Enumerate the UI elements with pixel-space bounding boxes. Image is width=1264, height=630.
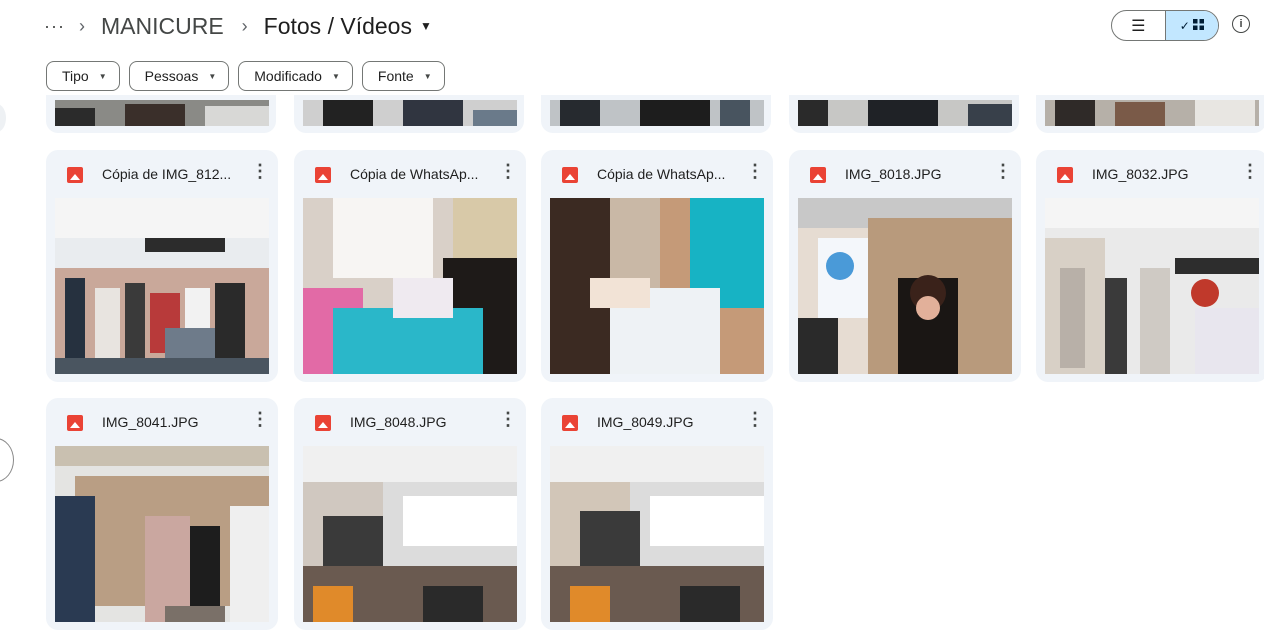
file-name: IMG_8032.JPG (1092, 166, 1189, 182)
thumbnail-partial (1045, 100, 1259, 126)
page-title[interactable]: Fotos / Vídeos (264, 13, 412, 40)
image-file-icon (315, 167, 331, 183)
grid-icon (1192, 18, 1204, 33)
list-icon: ☰ (1131, 17, 1146, 35)
thumbnail-image (55, 198, 269, 374)
side-scroll-handle[interactable] (0, 438, 14, 482)
list-view-button[interactable]: ☰ (1112, 11, 1165, 40)
image-file-icon (562, 415, 578, 431)
thumbnail-partial (55, 100, 269, 126)
thumbnail-partial (303, 100, 517, 126)
image-file-icon (315, 415, 331, 431)
file-name: IMG_8048.JPG (350, 414, 447, 430)
thumbnail-image (550, 198, 764, 374)
file-card[interactable]: IMG_8018.JPG ⋮ (789, 150, 1021, 382)
thumbnail-image (55, 446, 269, 622)
filter-chip-modificado[interactable]: Modificado ▼ (238, 61, 353, 91)
filter-chip-fonte[interactable]: Fonte ▼ (361, 61, 445, 91)
more-vert-icon[interactable]: ⋮ (746, 162, 764, 180)
chip-label: Fonte (377, 68, 414, 84)
more-vert-icon[interactable]: ⋮ (1241, 162, 1259, 180)
file-card[interactable]: IMG_8041.JPG ⋮ (46, 398, 278, 630)
thumbnail-image (798, 198, 1012, 374)
breadcrumb-folder-link[interactable]: MANICURE (101, 13, 224, 40)
file-name: IMG_8049.JPG (597, 414, 694, 430)
more-vert-icon[interactable]: ⋮ (499, 162, 517, 180)
chevron-right-icon: › (78, 15, 85, 36)
file-card[interactable]: Cópia de WhatsAp... ⋮ (541, 150, 773, 382)
thumbnail-partial (798, 100, 1012, 126)
info-icon[interactable]: i (1232, 15, 1250, 33)
more-vert-icon[interactable]: ⋮ (746, 410, 764, 428)
thumbnail-image (303, 198, 517, 374)
image-file-icon (810, 167, 826, 183)
file-name: IMG_8041.JPG (102, 414, 199, 430)
file-name: Cópia de WhatsAp... (597, 166, 726, 182)
thumbnail-image (1045, 198, 1259, 374)
chip-label: Modificado (254, 68, 322, 84)
chevron-right-icon: › (241, 15, 248, 36)
file-card[interactable]: Cópia de IMG_812... ⋮ (46, 150, 278, 382)
caret-down-icon[interactable]: ▼ (420, 19, 432, 33)
side-panel-edge (0, 104, 6, 132)
thumbnail-image (550, 446, 764, 622)
more-vert-icon[interactable]: ⋮ (251, 162, 269, 180)
more-vert-icon[interactable]: ⋮ (499, 410, 517, 428)
more-vert-icon[interactable]: ⋮ (994, 162, 1012, 180)
image-file-icon (67, 167, 83, 183)
breadcrumb-more-button[interactable]: ··· (44, 16, 65, 37)
caret-down-icon: ▼ (331, 71, 340, 81)
file-name: IMG_8018.JPG (845, 166, 942, 182)
file-name: Cópia de IMG_812... (102, 166, 232, 182)
view-toggle: ☰ ✓ (1111, 10, 1219, 41)
file-card[interactable]: IMG_8049.JPG ⋮ (541, 398, 773, 630)
image-file-icon (1057, 167, 1073, 183)
caret-down-icon: ▼ (208, 71, 217, 81)
check-icon: ✓ (1179, 18, 1190, 33)
filter-chip-tipo[interactable]: Tipo ▼ (46, 61, 120, 91)
more-vert-icon[interactable]: ⋮ (251, 410, 269, 428)
thumbnail-partial (550, 100, 764, 126)
file-card[interactable]: IMG_8032.JPG ⋮ (1036, 150, 1264, 382)
grid-view-button[interactable]: ✓ (1164, 11, 1218, 40)
chip-label: Tipo (62, 68, 89, 84)
filter-chips: Tipo ▼ Pessoas ▼ Modificado ▼ Fonte ▼ (46, 61, 445, 91)
file-card[interactable]: Cópia de WhatsAp... ⋮ (294, 150, 526, 382)
image-file-icon (67, 415, 83, 431)
file-card[interactable]: IMG_8048.JPG ⋮ (294, 398, 526, 630)
breadcrumb: ··· › MANICURE › Fotos / Vídeos ▼ (44, 8, 432, 44)
caret-down-icon: ▼ (423, 71, 432, 81)
image-file-icon (562, 167, 578, 183)
thumbnail-image (303, 446, 517, 622)
filter-chip-pessoas[interactable]: Pessoas ▼ (128, 61, 230, 91)
caret-down-icon: ▼ (98, 71, 107, 81)
chip-label: Pessoas (144, 68, 199, 84)
file-name: Cópia de WhatsAp... (350, 166, 479, 182)
